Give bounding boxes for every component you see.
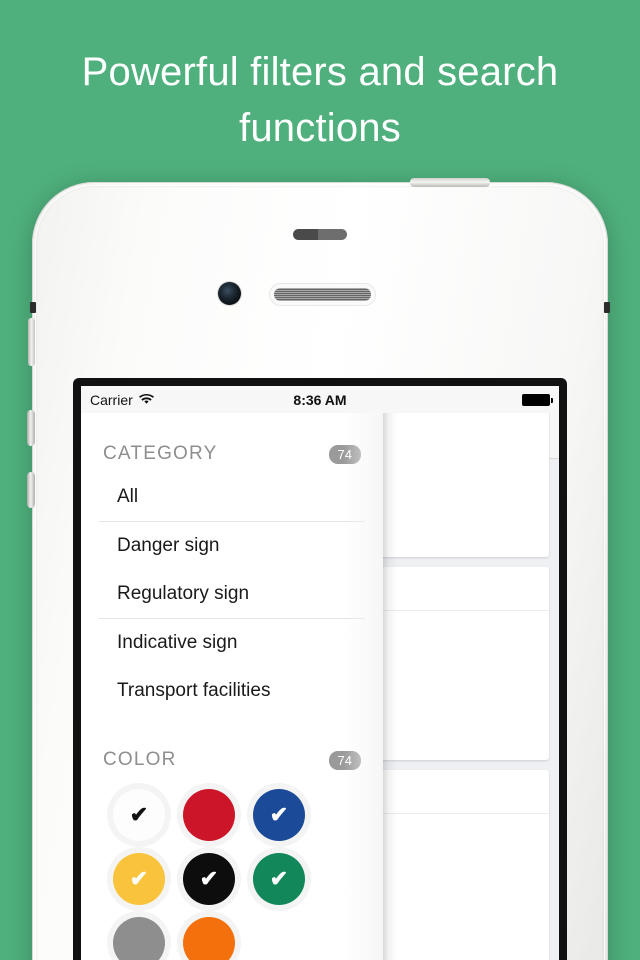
filter-sidebar-scroll[interactable]: CATEGORY 74 All Danger sign Regulatory s… [81,413,383,960]
color-swatch-black[interactable]: ✔ [183,853,235,905]
promo-headline-line2: functions [239,106,401,150]
app-screen: Carrier 8:36 AM CATEGORY 74 All Danger s… [81,386,559,960]
color-swatch-grid: ✔ ✔ ✔ ✔ ✔ [81,779,383,960]
category-section-title: CATEGORY [103,443,218,464]
promo-headline-line1: Powerful filters and search [81,50,559,94]
color-swatch-blue[interactable]: ✔ [253,789,305,841]
color-section-header: COLOR 74 [81,715,383,779]
status-bar: Carrier 8:36 AM [81,386,559,413]
antenna-band-right [604,302,610,313]
color-swatch-green[interactable]: ✔ [253,853,305,905]
earpiece-speaker [274,288,371,301]
category-count-badge: 74 [328,444,361,464]
volume-up-button[interactable] [27,410,35,446]
front-camera-icon [218,282,241,305]
color-swatch-yellow[interactable]: ✔ [113,853,165,905]
filter-item-all[interactable]: All [99,473,365,522]
color-swatch-red[interactable] [183,789,235,841]
screen-bezel: Carrier 8:36 AM CATEGORY 74 All Danger s… [73,378,567,960]
phone-mockup: Carrier 8:36 AM CATEGORY 74 All Danger s… [27,178,610,960]
power-button[interactable] [410,178,490,187]
volume-down-button[interactable] [27,472,35,508]
antenna-band-left [30,302,36,313]
filter-item-transport-facilities[interactable]: Transport facilities [81,667,383,715]
color-swatch-gray[interactable] [113,917,165,960]
category-section-header: CATEGORY 74 [81,413,383,473]
color-swatch-white[interactable]: ✔ [113,789,165,841]
color-section-title: COLOR [103,749,177,770]
silent-switch[interactable] [28,318,35,366]
color-swatch-orange[interactable] [183,917,235,960]
promo-headline: Powerful filters and search functions [0,44,640,156]
status-bar-time: 8:36 AM [293,391,347,408]
filter-sidebar: CATEGORY 74 All Danger sign Regulatory s… [81,413,397,960]
status-bar-right [522,393,553,406]
filter-item-regulatory-sign[interactable]: Regulatory sign [99,570,365,619]
filter-item-danger-sign[interactable]: Danger sign [81,522,383,570]
filter-item-indicative-sign[interactable]: Indicative sign [81,619,383,667]
battery-icon [522,393,553,406]
color-count-badge: 74 [328,750,361,770]
screen-body: 211 Prescribed He pr ar [81,413,559,960]
proximity-sensor [293,229,347,240]
